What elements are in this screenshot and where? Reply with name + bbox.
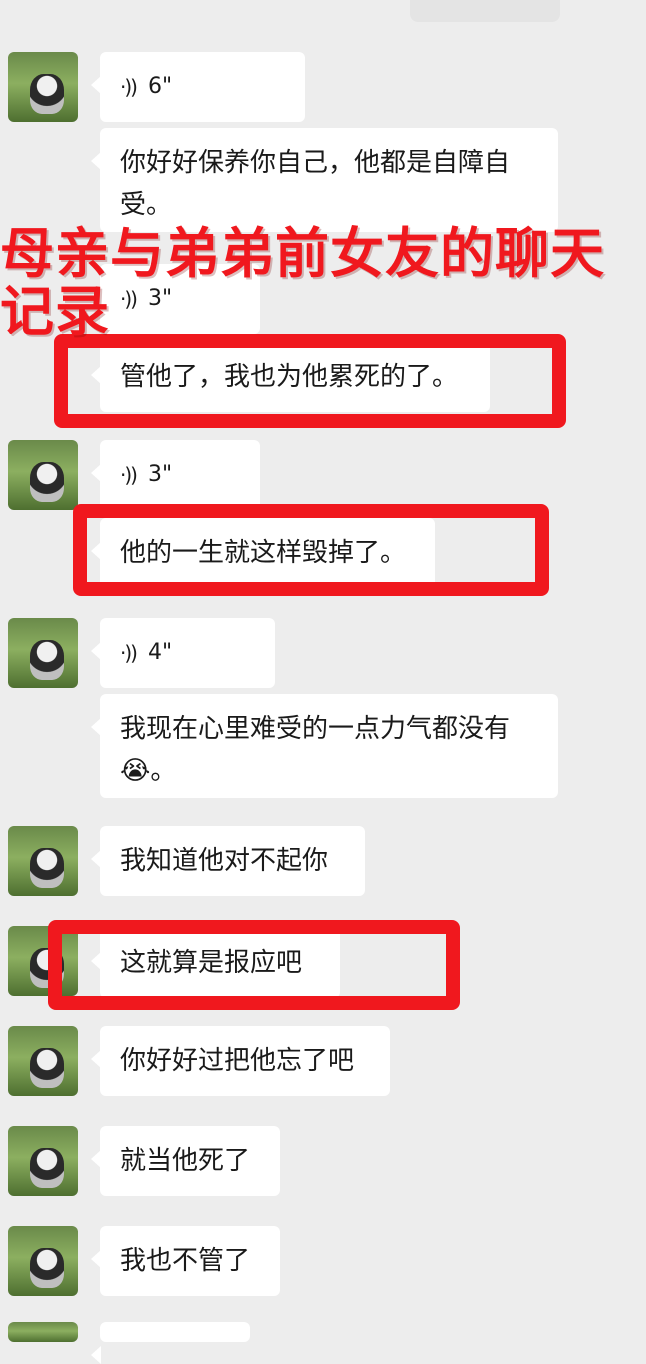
dog-avatar-image (30, 640, 64, 680)
dog-avatar-image (30, 74, 64, 114)
message-text: 就当他死了 (120, 1146, 251, 1176)
voice-wave-icon: ·)) (120, 641, 138, 665)
overlay-title-line-2: 记录 (0, 280, 110, 343)
message-text: 我知道他对不起你 (120, 846, 329, 876)
text-message[interactable]: 我知道他对不起你 (91, 826, 365, 896)
avatar[interactable] (8, 826, 78, 896)
voice-wave-icon: ·)) (120, 463, 138, 487)
dog-avatar-image (30, 1048, 64, 1088)
voice-message[interactable]: ·)) 3" (91, 440, 260, 510)
message-text: 你好好保养你自己，他都是自障自受。 (120, 148, 511, 220)
text-message[interactable]: 你好好过把他忘了吧 (91, 1026, 390, 1096)
voice-message[interactable]: ·)) 6" (91, 52, 305, 122)
highlight-box (48, 920, 460, 1010)
voice-duration: 4" (147, 640, 173, 665)
dog-avatar-image (30, 848, 64, 888)
message-text: 你好好过把他忘了吧 (120, 1046, 355, 1076)
voice-duration: 6" (147, 74, 173, 99)
avatar[interactable] (8, 52, 78, 122)
voice-duration: 3" (147, 462, 173, 487)
avatar[interactable] (8, 1126, 78, 1196)
text-message[interactable]: 我现在心里难受的一点力气都没有😭。 (91, 694, 558, 798)
highlight-box (54, 334, 566, 428)
highlight-box (73, 504, 549, 596)
message-text: 我也不管了 (120, 1246, 251, 1276)
text-message[interactable]: 我也不管了 (91, 1226, 280, 1296)
dog-avatar-image (30, 1148, 64, 1188)
dog-avatar-image (30, 462, 64, 502)
text-message[interactable]: 你好好保养你自己，他都是自障自受。 (91, 128, 558, 232)
text-message[interactable]: 就当他死了 (91, 1126, 280, 1196)
partial-message-bubble[interactable] (91, 1322, 250, 1364)
avatar[interactable] (8, 440, 78, 510)
avatar-partial[interactable] (8, 1322, 78, 1342)
avatar[interactable] (8, 618, 78, 688)
avatar[interactable] (8, 1026, 78, 1096)
overlay-title-line-1: 母亲与弟弟前女友的聊天 (0, 222, 605, 285)
overlay-title: 母亲与弟弟前女友的聊天 记录 (0, 225, 646, 341)
message-text: 我现在心里难受的一点力气都没有😭。 (120, 714, 511, 786)
previous-message-bubble (410, 0, 560, 22)
dog-avatar-image (30, 1248, 64, 1288)
avatar[interactable] (8, 1226, 78, 1296)
voice-wave-icon: ·)) (120, 75, 138, 99)
voice-message[interactable]: ·)) 4" (91, 618, 275, 688)
